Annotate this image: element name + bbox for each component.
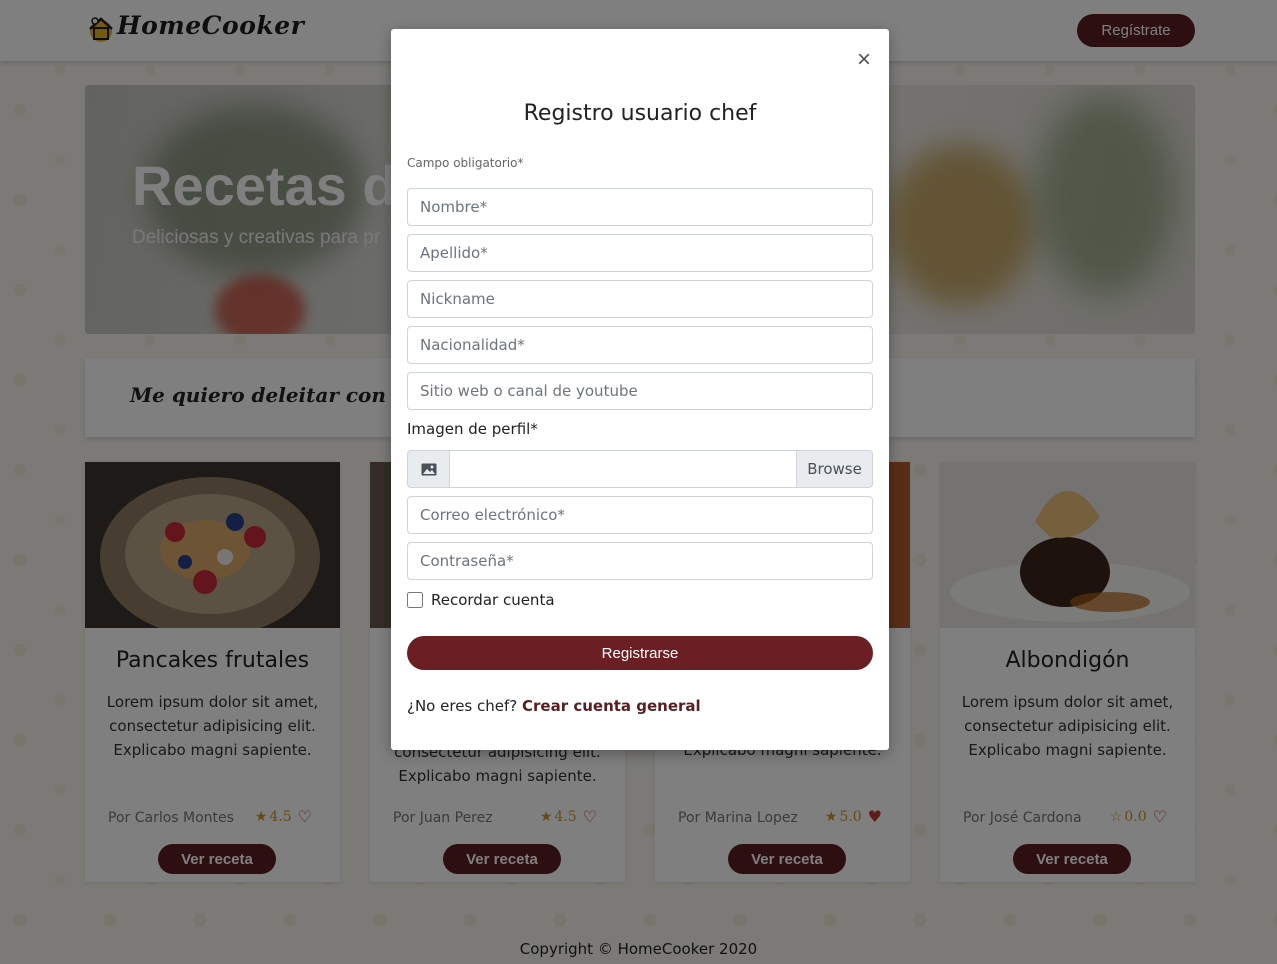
email-field[interactable] bbox=[407, 496, 873, 534]
profile-image-label: Imagen de perfil* bbox=[407, 420, 538, 438]
required-field-note: Campo obligatorio* bbox=[407, 156, 524, 170]
modal-title: Registro usuario chef bbox=[523, 101, 757, 126]
nationality-field[interactable] bbox=[407, 326, 873, 364]
remember-checkbox[interactable] bbox=[407, 592, 423, 608]
first-name-field[interactable] bbox=[407, 188, 873, 226]
not-chef-text: ¿No eres chef? bbox=[407, 697, 518, 715]
remember-account[interactable]: Recordar cuenta bbox=[407, 591, 555, 609]
image-icon bbox=[407, 450, 449, 488]
chef-registration-modal: × Registro usuario chef Campo obligatori… bbox=[391, 29, 889, 750]
website-field[interactable] bbox=[407, 372, 873, 410]
close-button[interactable]: × bbox=[849, 47, 879, 73]
not-chef-prompt: ¿No eres chef? Crear cuenta general bbox=[407, 697, 701, 715]
nickname-field[interactable] bbox=[407, 280, 873, 318]
remember-label: Recordar cuenta bbox=[431, 591, 555, 609]
register-submit-button[interactable]: Registrarse bbox=[407, 636, 873, 670]
browse-button[interactable]: Browse bbox=[797, 450, 873, 488]
profile-image-upload: Browse bbox=[407, 450, 873, 488]
file-name-display[interactable] bbox=[449, 450, 797, 488]
password-field[interactable] bbox=[407, 542, 873, 580]
last-name-field[interactable] bbox=[407, 234, 873, 272]
create-general-account-link[interactable]: Crear cuenta general bbox=[522, 697, 701, 715]
